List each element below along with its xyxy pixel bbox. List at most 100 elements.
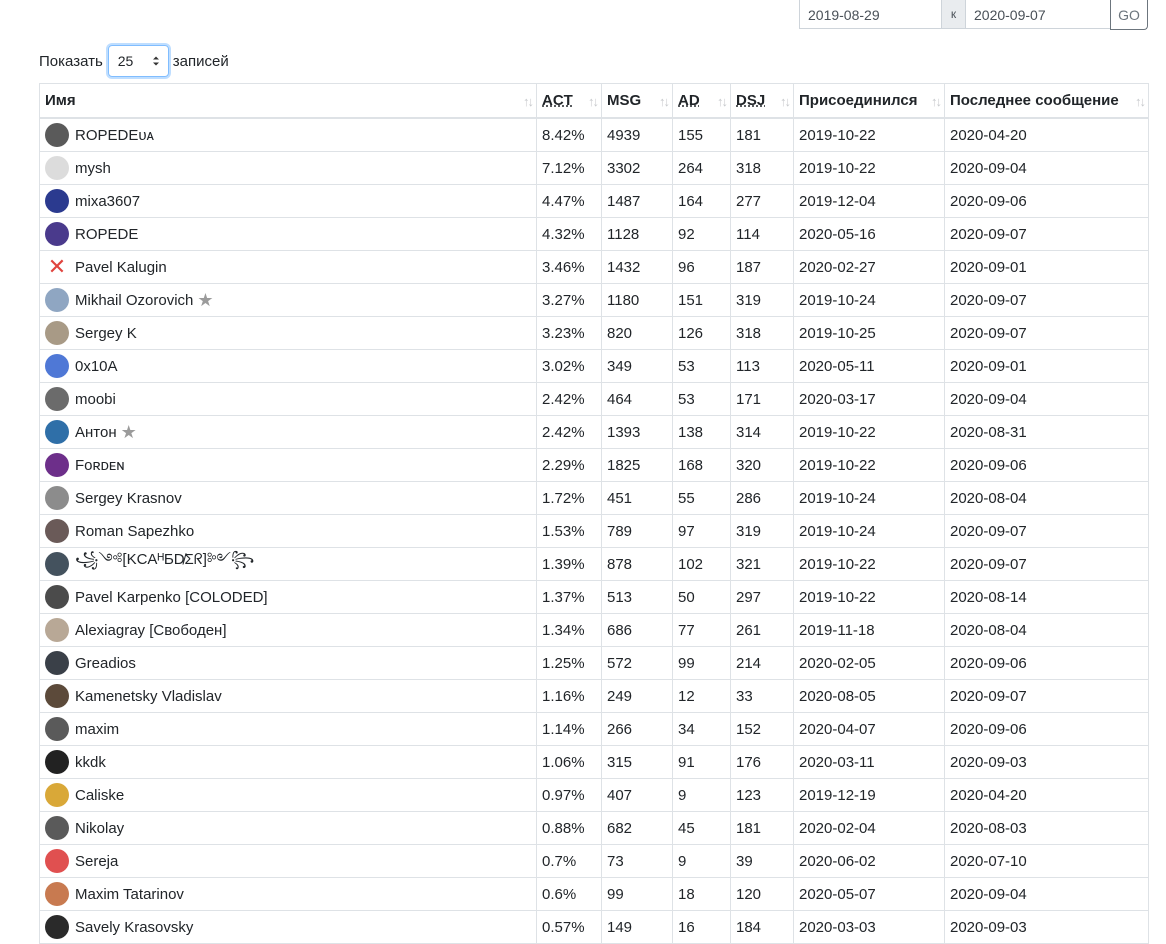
date-to-input[interactable]: 2020-09-07 [966,0,1111,29]
member-name-link[interactable]: Антон [75,424,117,441]
table-header-row: Имя ↑↓ ACT ↑↓ MSG ↑↓ AD ↑↓ DSJ ↑↓ Присоединил… [39,83,1149,119]
member-name-link[interactable]: Caliske [75,787,124,804]
cell-ad: 45 [672,811,731,845]
cell-name: mysh [39,151,537,185]
cell-name: Alexiagray [Свободен] [39,613,537,647]
show-entries-control: Показать 25 записей [39,45,229,77]
cell-name: ꧁༺[KCAᴴƂD̸Σᖇ]༻꧂ [39,547,537,581]
member-name-link[interactable]: maxim [75,721,119,738]
cell-name: Sereja [39,844,537,878]
member-name-link[interactable]: moobi [75,391,116,408]
cell-name: Savely Krasovsky [39,910,537,944]
member-name-link[interactable]: Pavel Karpenko [COLODED] [75,589,268,606]
member-name-link[interactable]: ꧁༺[KCAᴴƂD̸Σᖇ]༻꧂ [75,549,254,580]
cell-msg: 315 [601,745,673,779]
member-name-link[interactable]: Fᴏʀᴅᴇɴ [75,457,125,474]
table-row: Nikolay 0.88% 682 45 181 2020-02-04 2020-08-03 [39,811,1149,845]
avatar [45,684,69,708]
cell-dsj: 181 [730,117,794,152]
go-button[interactable]: GO [1110,0,1148,30]
cell-act: 4.47% [536,184,602,218]
date-from-input[interactable]: 2019-08-29 [799,0,942,29]
cell-dsj: 184 [730,910,794,944]
members-table: Имя ↑↓ ACT ↑↓ MSG ↑↓ AD ↑↓ DSJ ↑↓ Присоединил… [39,83,1149,944]
table-row: Fᴏʀᴅᴇɴ 2.29% 1825 168 320 2019-10-22 2020-09-0… [39,448,1149,482]
cell-last-message: 2020-08-03 [944,811,1149,845]
member-name-link[interactable]: mixa3607 [75,193,140,210]
avatar [45,717,69,741]
cell-last-message: 2020-08-04 [944,613,1149,647]
member-name-link[interactable]: Sergey K [75,325,137,342]
sort-icon: ↑↓ [1135,94,1146,109]
cell-dsj: 297 [730,580,794,614]
cell-last-message: 2020-08-14 [944,580,1149,614]
table-row: Sergey K 3.23% 820 126 318 2019-10-25 2020-09-… [39,316,1149,350]
cell-joined: 2020-05-11 [793,349,945,383]
sort-icon: ↑↓ [780,94,791,109]
cell-msg: 266 [601,712,673,746]
cell-joined: 2020-03-17 [793,382,945,416]
member-name-link[interactable]: mysh [75,160,111,177]
cell-dsj: 176 [730,745,794,779]
cell-dsj: 318 [730,151,794,185]
cell-joined: 2020-06-02 [793,844,945,878]
member-name-link[interactable]: Maxim Tatarinov [75,886,184,903]
column-header-last-message[interactable]: Последнее сообщение ↑↓ [944,83,1149,119]
cell-dsj: 33 [730,679,794,713]
cell-act: 1.06% [536,745,602,779]
cell-dsj: 321 [730,547,794,581]
table-row: moobi 2.42% 464 53 171 2020-03-17 2020-09-04 [39,382,1149,416]
table-row: ROPEDEᴜᴀ 8.42% 4939 155 181 2019-10-22 2020-04… [39,117,1149,152]
member-name-link[interactable]: 0x10A [75,358,118,375]
member-name-link[interactable]: ROPEDE [75,226,138,243]
member-name-link[interactable]: kkdk [75,754,106,771]
member-name-link[interactable]: Alexiagray [Свободен] [75,622,227,639]
show-entries-prefix: Показать [39,52,103,70]
cell-dsj: 187 [730,250,794,284]
cell-joined: 2019-12-19 [793,778,945,812]
avatar [45,354,69,378]
column-header-name[interactable]: Имя ↑↓ [39,83,537,119]
cell-name: ROPEDEᴜᴀ [39,117,537,152]
member-name-link[interactable]: Roman Sapezhko [75,523,194,540]
cell-joined: 2019-10-24 [793,481,945,515]
member-name-link[interactable]: Kamenetsky Vladislav [75,688,222,705]
cell-last-message: 2020-08-04 [944,481,1149,515]
cell-act: 0.97% [536,778,602,812]
cell-msg: 1825 [601,448,673,482]
red-cross-icon: ✕ [47,254,67,279]
cell-ad: 138 [672,415,731,449]
sort-icon: ↑↓ [931,94,942,109]
avatar [45,915,69,939]
cell-joined: 2020-03-03 [793,910,945,944]
table-row: ꧁༺[KCAᴴƂD̸Σᖇ]༻꧂ 1.39% 878 102 321 2019-10-22 2… [39,547,1149,581]
cell-last-message: 2020-09-07 [944,316,1149,350]
column-header-ad[interactable]: AD ↑↓ [672,83,731,119]
cell-last-message: 2020-09-06 [944,184,1149,218]
cell-dsj: 319 [730,514,794,548]
member-name-link[interactable]: Nikolay [75,820,124,837]
member-name-link[interactable]: Sergey Krasnov [75,490,182,507]
column-header-msg[interactable]: MSG ↑↓ [601,83,673,119]
cell-msg: 572 [601,646,673,680]
column-header-dsj[interactable]: DSJ ↑↓ [730,83,794,119]
cell-msg: 789 [601,514,673,548]
member-name-link[interactable]: Sereja [75,853,118,870]
cell-act: 0.7% [536,844,602,878]
column-header-act[interactable]: ACT ↑↓ [536,83,602,119]
member-name-link[interactable]: ROPEDEᴜᴀ [75,127,154,144]
date-range-separator: к [942,0,966,29]
column-header-joined[interactable]: Присоединился ↑↓ [793,83,945,119]
member-name-link[interactable]: Savely Krasovsky [75,919,193,936]
avatar [45,156,69,180]
cell-joined: 2019-10-22 [793,415,945,449]
member-name-link[interactable]: Mikhail Ozorovich [75,292,193,309]
entries-per-page-select[interactable]: 25 [107,45,169,77]
avatar [45,585,69,609]
cell-last-message: 2020-09-03 [944,910,1149,944]
member-name-link[interactable]: Greadios [75,655,136,672]
member-name-link[interactable]: Pavel Kalugin [75,259,167,276]
cell-act: 0.6% [536,877,602,911]
avatar [45,651,69,675]
cell-joined: 2019-10-22 [793,117,945,152]
